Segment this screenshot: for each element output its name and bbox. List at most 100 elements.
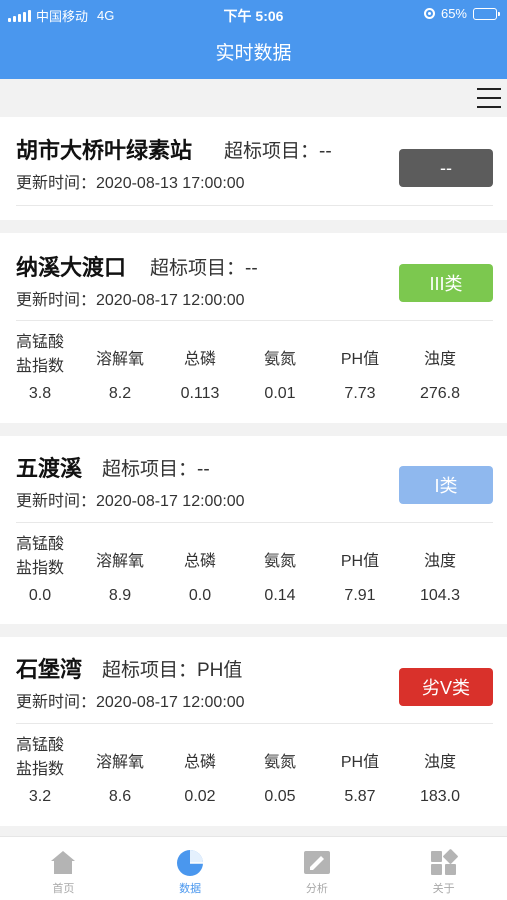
tab-label: 分析 xyxy=(305,883,328,895)
metrics-row: 高锰酸 盐指数 0.0 溶解氧 8.9 总磷 0.0 氨氮 0.14 PH值 7.91 浊度… xyxy=(0,533,507,613)
divider xyxy=(16,320,493,321)
metric-value: 3.2 xyxy=(28,788,52,805)
metric-value: 183.0 xyxy=(419,788,461,805)
metric-label: 溶解氧 xyxy=(95,351,144,368)
metric-label: 总磷 xyxy=(183,553,216,570)
metric-total-phosphorus: 总磷 0.0 xyxy=(160,533,240,613)
metric-label: 溶解氧 xyxy=(95,754,144,771)
metric-label: 浊度 xyxy=(423,553,456,570)
metrics-row: 高锰酸 盐指数 3.2 溶解氧 8.6 总磷 0.02 氨氮 0.05 PH值 5.87 浊… xyxy=(0,734,507,814)
tab-label: 数据 xyxy=(179,883,202,895)
metric-value: 0.0 xyxy=(188,587,212,604)
tab-home[interactable]: 首页 xyxy=(0,837,127,900)
metric-label: PH值 xyxy=(340,754,380,771)
tab-about[interactable]: 关于 xyxy=(380,837,507,900)
exceed-items: 超标项目：-- xyxy=(224,141,332,162)
top-bar: 中国移动 4G 下午 5:06 65% 实时数据 xyxy=(0,0,507,79)
metric-label: 高锰酸 盐指数 xyxy=(15,737,64,778)
water-class-badge: I类 xyxy=(399,466,493,504)
metric-label: 氨氮 xyxy=(263,351,296,368)
update-time: 更新时间：2020-08-17 12:00:00 xyxy=(16,493,245,510)
status-bar: 中国移动 4G 下午 5:06 65% xyxy=(0,0,507,28)
metric-label: 高锰酸 盐指数 xyxy=(15,536,64,577)
exceed-items: 超标项目：-- xyxy=(150,258,258,279)
metric-ph: PH值 7.73 xyxy=(320,331,400,411)
metric-label: 总磷 xyxy=(183,754,216,771)
metric-permanganate: 高锰酸 盐指数 0.0 xyxy=(0,533,80,613)
metric-value: 104.3 xyxy=(419,587,461,604)
water-class-badge: 劣V类 xyxy=(399,668,493,706)
station-card[interactable]: 纳溪大渡口 超标项目：-- 更新时间：2020-08-17 12:00:00 I… xyxy=(0,233,507,423)
metric-total-phosphorus: 总磷 0.113 xyxy=(160,331,240,411)
metric-label: 氨氮 xyxy=(263,553,296,570)
metric-label: PH值 xyxy=(340,553,380,570)
metric-label: 浊度 xyxy=(423,351,456,368)
metric-value: 5.87 xyxy=(344,788,376,805)
metric-value: 0.05 xyxy=(264,788,296,805)
metric-ammonia-nitrogen: 氨氮 0.01 xyxy=(240,331,320,411)
tab-analysis[interactable]: 分析 xyxy=(254,837,381,900)
station-card[interactable]: 五渡溪 超标项目：-- 更新时间：2020-08-17 12:00:00 I类 … xyxy=(0,436,507,624)
water-class-badge: III类 xyxy=(399,264,493,302)
metric-value: 7.91 xyxy=(344,587,376,604)
metric-total-phosphorus: 总磷 0.02 xyxy=(160,734,240,814)
tab-label: 关于 xyxy=(432,883,455,895)
battery-percent: 65% xyxy=(440,6,467,21)
orientation-lock-icon xyxy=(423,8,435,19)
station-card[interactable]: 胡市大桥叶绿素站 超标项目：-- 更新时间：2020-08-13 17:00:0… xyxy=(0,117,507,220)
metrics-row: 高锰酸 盐指数 3.8 溶解氧 8.2 总磷 0.113 氨氮 0.01 PH值 7.73 … xyxy=(0,331,507,411)
menu-bar xyxy=(0,79,507,117)
home-icon xyxy=(51,851,76,874)
menu-icon[interactable] xyxy=(477,87,501,109)
metric-dissolved-oxygen: 溶解氧 8.9 xyxy=(80,533,160,613)
metric-label: 溶解氧 xyxy=(95,553,144,570)
metric-label: 浊度 xyxy=(423,754,456,771)
metric-turbidity: 浊度 104.3 xyxy=(400,533,480,613)
update-time: 更新时间：2020-08-13 17:00:00 xyxy=(16,175,245,192)
station-name: 纳溪大渡口 xyxy=(16,255,127,280)
station-card[interactable]: 石堡湾 超标项目：PH值 更新时间：2020-08-17 12:00:00 劣V… xyxy=(0,637,507,826)
tab-bar: 首页 数据 分析 关于 xyxy=(0,836,507,900)
tab-label: 首页 xyxy=(52,883,75,895)
metric-label: 高锰酸 盐指数 xyxy=(15,334,64,375)
metric-value: 8.9 xyxy=(108,587,132,604)
water-class-badge: -- xyxy=(399,149,493,187)
exceed-items: 超标项目：PH值 xyxy=(102,660,243,681)
edit-icon xyxy=(303,851,330,874)
metric-ammonia-nitrogen: 氨氮 0.05 xyxy=(240,734,320,814)
metric-permanganate: 高锰酸 盐指数 3.8 xyxy=(0,331,80,411)
update-time: 更新时间：2020-08-17 12:00:00 xyxy=(16,292,245,309)
metric-value: 8.2 xyxy=(108,385,132,402)
battery-icon xyxy=(473,7,500,20)
metric-dissolved-oxygen: 溶解氧 8.2 xyxy=(80,331,160,411)
metric-value: 3.8 xyxy=(28,385,52,402)
divider xyxy=(16,522,493,523)
update-time: 更新时间：2020-08-17 12:00:00 xyxy=(16,694,245,711)
page-title: 实时数据 xyxy=(215,43,292,64)
metric-turbidity: 浊度 276.8 xyxy=(400,331,480,411)
station-name: 五渡溪 xyxy=(16,456,83,481)
divider xyxy=(16,205,493,206)
metric-ammonia-nitrogen: 氨氮 0.14 xyxy=(240,533,320,613)
station-name: 石堡湾 xyxy=(16,657,83,682)
metric-ph: PH值 5.87 xyxy=(320,734,400,814)
metric-ph: PH值 7.91 xyxy=(320,533,400,613)
metric-label: PH值 xyxy=(340,351,380,368)
pie-chart-icon xyxy=(177,850,204,876)
metric-permanganate: 高锰酸 盐指数 3.2 xyxy=(0,734,80,814)
metric-value: 0.14 xyxy=(264,587,296,604)
metric-turbidity: 浊度 183.0 xyxy=(400,734,480,814)
tab-data[interactable]: 数据 xyxy=(127,837,254,900)
exceed-items: 超标项目：-- xyxy=(102,459,210,480)
station-name: 胡市大桥叶绿素站 xyxy=(16,138,193,163)
metric-value: 0.0 xyxy=(28,587,52,604)
metric-value: 0.02 xyxy=(184,788,216,805)
grid-icon xyxy=(430,849,458,875)
metric-value: 0.01 xyxy=(264,385,296,402)
metric-label: 氨氮 xyxy=(263,754,296,771)
metric-value: 276.8 xyxy=(419,385,461,402)
metric-value: 8.6 xyxy=(108,788,132,805)
metric-value: 7.73 xyxy=(344,385,376,402)
metric-value: 0.113 xyxy=(180,385,220,402)
divider xyxy=(16,723,493,724)
